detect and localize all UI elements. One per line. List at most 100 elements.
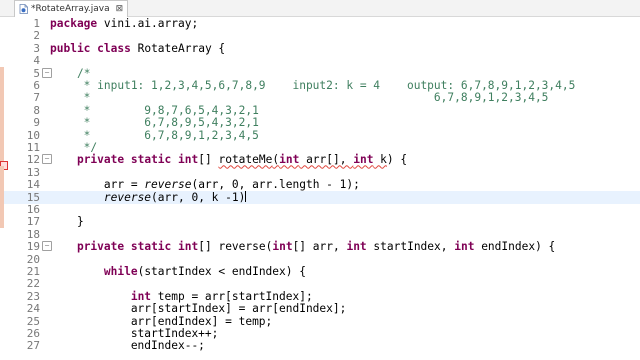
change-marker — [0, 116, 4, 130]
code-token: * 6,7,8,9,1,2,3,4,5 — [50, 91, 549, 105]
code-token: * 9,8,7,6,5,4,3,2,1 — [50, 103, 259, 117]
code-token: int — [178, 153, 199, 167]
code-line[interactable]: 15 reverse(arr, 0, k -1) — [0, 190, 640, 204]
code-token: * input1: 1,2,3,4,5,6,7,8,9 input2: k = … — [50, 79, 576, 92]
code-text: /* — [50, 67, 90, 80]
code-line[interactable]: 14 arr = reverse(arr, 0, arr.length - 1)… — [0, 178, 640, 192]
code-token: (arr, 0, arr.length - 1); — [191, 178, 360, 192]
code-line[interactable]: 4 — [0, 54, 640, 67]
change-marker — [0, 190, 4, 204]
code-line[interactable]: 26 startIndex++; — [0, 327, 640, 340]
code-line[interactable]: 21 while(startIndex < endIndex) { — [0, 265, 640, 278]
code-token: (arr, 0, k -1) — [151, 190, 246, 204]
code-token: package — [50, 17, 98, 30]
code-token: startIndex, — [366, 240, 455, 254]
code-text: arr[startIndex] = arr[endIndex]; — [50, 302, 347, 315]
line-number: 13 — [26, 165, 40, 179]
line-number: 14 — [26, 178, 40, 192]
code-text: endIndex--; — [50, 339, 205, 352]
code-token: int — [130, 289, 152, 303]
line-number: 7 — [33, 91, 40, 105]
code-token: class — [97, 41, 131, 55]
code-token: public — [50, 41, 91, 55]
line-number: 3 — [33, 41, 40, 55]
change-marker — [0, 165, 4, 179]
tab-title: *RotateArray.java — [31, 4, 110, 14]
java-file-icon — [19, 4, 28, 14]
code-line[interactable]: 7 * 6,7,8,9,1,2,3,4,5 — [0, 91, 640, 105]
code-text: * 6,7,8,9,1,2,3,4,5 — [50, 129, 259, 142]
code-line[interactable]: 3 public class RotateArray { — [0, 42, 640, 55]
change-marker — [0, 79, 4, 92]
editor-tab[interactable]: *RotateArray.java ⊠ — [14, 0, 129, 17]
code-token: int — [178, 240, 199, 254]
text-caret — [245, 190, 247, 202]
code-line[interactable]: 1 package vini.ai.array; — [0, 17, 640, 30]
code-token: } — [50, 215, 84, 229]
code-line[interactable]: 19− private static int[] reverse(int[] a… — [0, 240, 640, 253]
code-line[interactable]: 6 * input1: 1,2,3,4,5,6,7,8,9 input2: k … — [0, 79, 640, 92]
code-token: * 6,7,8,9,1,2,3,4,5 — [50, 128, 259, 142]
error-marker-icon[interactable] — [0, 155, 8, 171]
code-line[interactable]: 23 int temp = arr[startIndex]; — [0, 290, 640, 303]
code-editor[interactable]: 1 package vini.ai.array; 2 3 public class Ro… — [0, 17, 640, 360]
code-line[interactable]: 25 arr[endIndex] = temp; — [0, 315, 640, 328]
code-text: private static int[] rotateMe(int arr[],… — [50, 153, 407, 166]
code-text: int temp = arr[startIndex]; — [50, 290, 313, 303]
change-marker — [0, 128, 4, 142]
line-number: 22 — [26, 277, 40, 291]
code-token: reverse — [144, 178, 192, 192]
line-number: 17 — [26, 215, 40, 229]
code-text: * 6,7,8,9,1,2,3,4,5 — [50, 91, 549, 105]
code-token: arr[endIndex] = temp; — [50, 314, 273, 328]
code-token: * 6,7,8,9,5,4,3,2,1 — [50, 116, 259, 130]
code-line[interactable]: 17 } — [0, 215, 640, 229]
line-number: 4 — [33, 54, 40, 68]
code-line[interactable]: 24 arr[startIndex] = arr[endIndex]; — [0, 302, 640, 315]
code-line[interactable]: 9 * 6,7,8,9,5,4,3,2,1 — [0, 116, 640, 130]
code-token: int — [454, 240, 475, 254]
code-token: int — [346, 240, 367, 254]
code-text: private static int[] reverse(int[] arr, … — [50, 240, 555, 253]
line-number: 5 — [33, 66, 40, 80]
code-line[interactable]: 13 — [0, 165, 640, 179]
code-text: startIndex++; — [50, 327, 219, 340]
change-marker — [0, 215, 4, 229]
code-token: /* — [76, 66, 91, 80]
code-token: startIndex++; — [50, 327, 219, 340]
change-marker — [0, 178, 4, 192]
code-line[interactable]: 5− /* — [0, 66, 640, 80]
code-line[interactable]: 27 endIndex--; — [0, 339, 640, 352]
code-token: int — [272, 240, 293, 254]
code-line[interactable]: 20 — [0, 253, 640, 266]
line-number: 20 — [26, 252, 40, 266]
line-number: 16 — [26, 203, 40, 216]
line-number: 24 — [26, 302, 40, 316]
code-line[interactable]: 11 */ — [0, 141, 640, 154]
code-token: arr = — [50, 178, 145, 192]
code-line[interactable]: 8 * 9,8,7,6,5,4,3,2,1 — [0, 103, 640, 117]
code-token: arr[], — [299, 153, 354, 167]
code-line[interactable]: 22 — [0, 277, 640, 290]
code-line[interactable]: 12− private static int[] rotateMe(int ar… — [0, 153, 640, 171]
code-token: k — [373, 153, 387, 167]
editor-tab-bar: *RotateArray.java ⊠ — [0, 0, 640, 17]
code-token: while — [103, 265, 138, 278]
line-number: 10 — [26, 128, 40, 142]
code-token: endIndex--; — [50, 339, 205, 353]
code-line[interactable]: 2 — [0, 29, 640, 42]
code-text: * input1: 1,2,3,4,5,6,7,8,9 input2: k = … — [50, 79, 576, 92]
code-line[interactable]: 10 * 6,7,8,9,1,2,3,4,5 — [0, 128, 640, 142]
code-token: int — [353, 153, 374, 167]
code-text: arr[endIndex] = temp; — [50, 315, 272, 328]
code-line[interactable]: 16 — [0, 203, 640, 216]
line-number: 11 — [26, 141, 40, 154]
code-line[interactable]: 18 — [0, 228, 640, 241]
change-marker — [0, 203, 4, 216]
code-text: * 6,7,8,9,5,4,3,2,1 — [50, 116, 259, 129]
code-token: static — [130, 240, 172, 254]
close-tab-icon[interactable]: ⊠ — [116, 4, 124, 14]
